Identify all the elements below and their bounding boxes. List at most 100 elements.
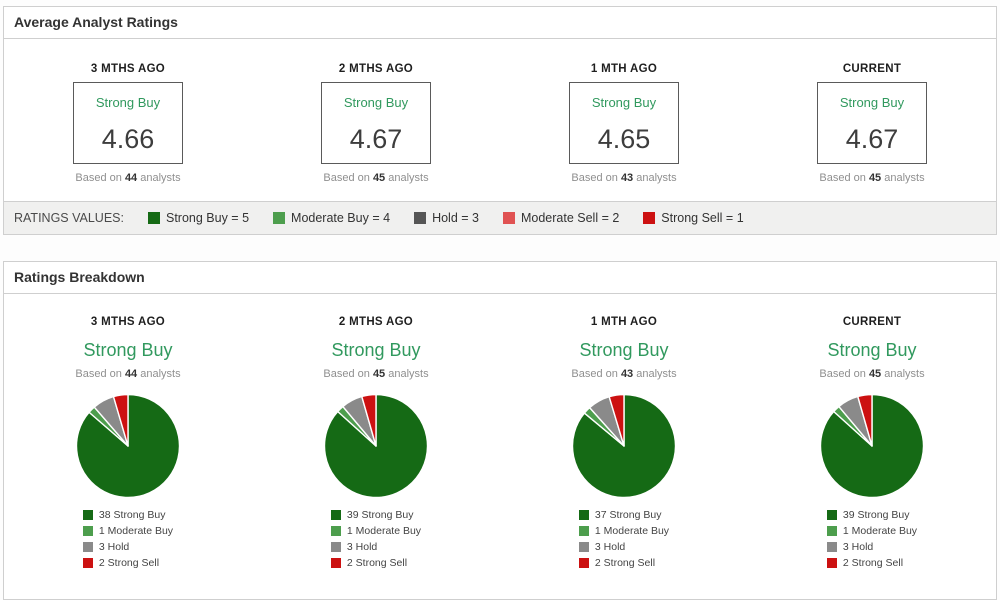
average-ratings-panel: Average Analyst Ratings 3 MTHS AGO Stron…: [3, 6, 997, 202]
legend-label: 3 Hold: [842, 541, 874, 553]
based-on-text: Based on: [323, 172, 370, 184]
rating-label: Strong Buy: [343, 95, 409, 110]
period-label: 2 MTHS AGO: [338, 63, 414, 75]
legend-item-strong-sell: Strong Sell = 1: [643, 211, 744, 225]
analyst-count: 45: [868, 172, 882, 184]
analyst-count-line: Based on 45 analysts: [252, 172, 500, 184]
panel-title: Ratings Breakdown: [4, 262, 996, 294]
pie-legend-item: 1 Moderate Buy: [330, 525, 422, 537]
legend-item-hold: Hold = 3: [414, 211, 479, 225]
breakdown-column: 2 MTHS AGO Strong Buy Based on 45 analys…: [252, 316, 500, 573]
analyst-count: 45: [372, 368, 386, 380]
legend-label: 1 Moderate Buy: [346, 525, 422, 537]
analyst-count-line: Based on 45 analysts: [748, 368, 996, 380]
rating-box: Strong Buy 4.66: [73, 82, 183, 164]
breakdown-column: CURRENT Strong Buy Based on 45 analysts …: [748, 316, 996, 573]
pie-chart: [75, 393, 181, 499]
legend-label: 1 Moderate Buy: [594, 525, 670, 537]
pie-legend-item: 3 Hold: [826, 541, 917, 553]
legend-item-moderate-sell: Moderate Sell = 2: [502, 211, 620, 225]
legend-label: 2 Strong Sell: [842, 557, 904, 569]
legend-color-swatch: [578, 558, 589, 568]
pie-legend-item: 3 Hold: [578, 541, 669, 553]
panel-title: Average Analyst Ratings: [4, 7, 996, 39]
period-label: 1 MTH AGO: [590, 63, 658, 75]
legend-item-strong-buy: Strong Buy = 5: [147, 211, 250, 225]
period-label: 3 MTHS AGO: [90, 63, 166, 75]
rating-label: Strong Buy: [579, 340, 669, 360]
analysts-text: analysts: [140, 368, 181, 380]
analyst-count-line: Based on 44 analysts: [4, 172, 252, 184]
legend-color-swatch: [578, 510, 589, 520]
legend-color-swatch: [578, 542, 589, 552]
pie-legend-item: 3 Hold: [330, 541, 421, 553]
pie-legend-item: 2 Strong Sell: [826, 557, 917, 569]
legend-color-swatch: [826, 510, 837, 520]
pie-legend: 37 Strong Buy 1 Moderate Buy 3 Hold 2 St…: [578, 505, 670, 573]
analyst-count-line: Based on 44 analysts: [4, 368, 252, 380]
analyst-count-line: Based on 43 analysts: [500, 172, 748, 184]
legend-label: 2 Strong Sell: [594, 557, 656, 569]
analysts-text: analysts: [636, 368, 677, 380]
analysts-text: analysts: [388, 368, 429, 380]
legend-label: Strong Buy = 5: [165, 211, 250, 225]
analysts-text: analysts: [388, 172, 429, 184]
legend-color-swatch: [147, 212, 160, 224]
legend-label: Moderate Sell = 2: [520, 211, 620, 225]
analyst-count: 44: [124, 172, 138, 184]
legend-label: 3 Hold: [594, 541, 626, 553]
legend-color-swatch: [82, 542, 93, 552]
based-on-text: Based on: [819, 172, 866, 184]
legend-label: 39 Strong Buy: [346, 509, 414, 521]
period-label: 2 MTHS AGO: [338, 316, 414, 328]
pie-chart: [323, 393, 429, 499]
ratings-values-label: RATINGS VALUES:: [14, 211, 124, 225]
legend-color-swatch: [502, 212, 515, 224]
rating-label: Strong Buy: [827, 340, 917, 360]
based-on-text: Based on: [75, 172, 122, 184]
legend-color-swatch: [826, 542, 837, 552]
analyst-count: 43: [620, 172, 634, 184]
based-on-text: Based on: [819, 368, 866, 380]
based-on-text: Based on: [571, 368, 618, 380]
breakdown-column: 3 MTHS AGO Strong Buy Based on 44 analys…: [4, 316, 252, 573]
analyst-count-line: Based on 45 analysts: [748, 172, 996, 184]
rating-value: 4.66: [101, 124, 155, 154]
legend-color-swatch: [273, 212, 286, 224]
legend-label: Hold = 3: [432, 211, 479, 225]
analysts-text: analysts: [884, 368, 925, 380]
ratings-breakdown-panel: Ratings Breakdown 3 MTHS AGO Strong Buy …: [3, 261, 997, 600]
legend-color-swatch: [82, 526, 93, 536]
analysts-text: analysts: [884, 172, 925, 184]
legend-label: 37 Strong Buy: [594, 509, 662, 521]
legend-color-swatch: [330, 558, 341, 568]
based-on-text: Based on: [323, 368, 370, 380]
analyst-count-line: Based on 43 analysts: [500, 368, 748, 380]
analysts-text: analysts: [636, 172, 677, 184]
pie-legend-item: 2 Strong Sell: [330, 557, 421, 569]
rating-card: 1 MTH AGO Strong Buy 4.65 Based on 43 an…: [500, 63, 748, 184]
legend-label: Strong Sell = 1: [661, 211, 744, 225]
pie-legend-item: 37 Strong Buy: [578, 509, 669, 521]
based-on-text: Based on: [75, 368, 122, 380]
legend-label: 3 Hold: [98, 541, 130, 553]
legend-label: 39 Strong Buy: [842, 509, 910, 521]
pie-legend-item: 1 Moderate Buy: [578, 525, 670, 537]
rating-value: 4.65: [597, 124, 651, 154]
period-label: 3 MTHS AGO: [90, 316, 166, 328]
rating-value: 4.67: [845, 124, 899, 154]
pie-legend: 38 Strong Buy 1 Moderate Buy 3 Hold 2 St…: [82, 505, 173, 573]
pie-legend-item: 38 Strong Buy: [82, 509, 173, 521]
rating-box: Strong Buy 4.67: [321, 82, 431, 164]
legend-color-swatch: [82, 510, 93, 520]
legend-label: 38 Strong Buy: [98, 509, 166, 521]
legend-color-swatch: [82, 558, 93, 568]
analyst-count: 43: [620, 368, 634, 380]
legend-label: 1 Moderate Buy: [842, 525, 918, 537]
rating-label: Strong Buy: [591, 95, 657, 110]
rating-value: 4.67: [349, 124, 403, 154]
analyst-count: 45: [868, 368, 882, 380]
legend-item-moderate-buy: Moderate Buy = 4: [273, 211, 390, 225]
legend-label: 2 Strong Sell: [98, 557, 160, 569]
legend-label: 3 Hold: [346, 541, 378, 553]
